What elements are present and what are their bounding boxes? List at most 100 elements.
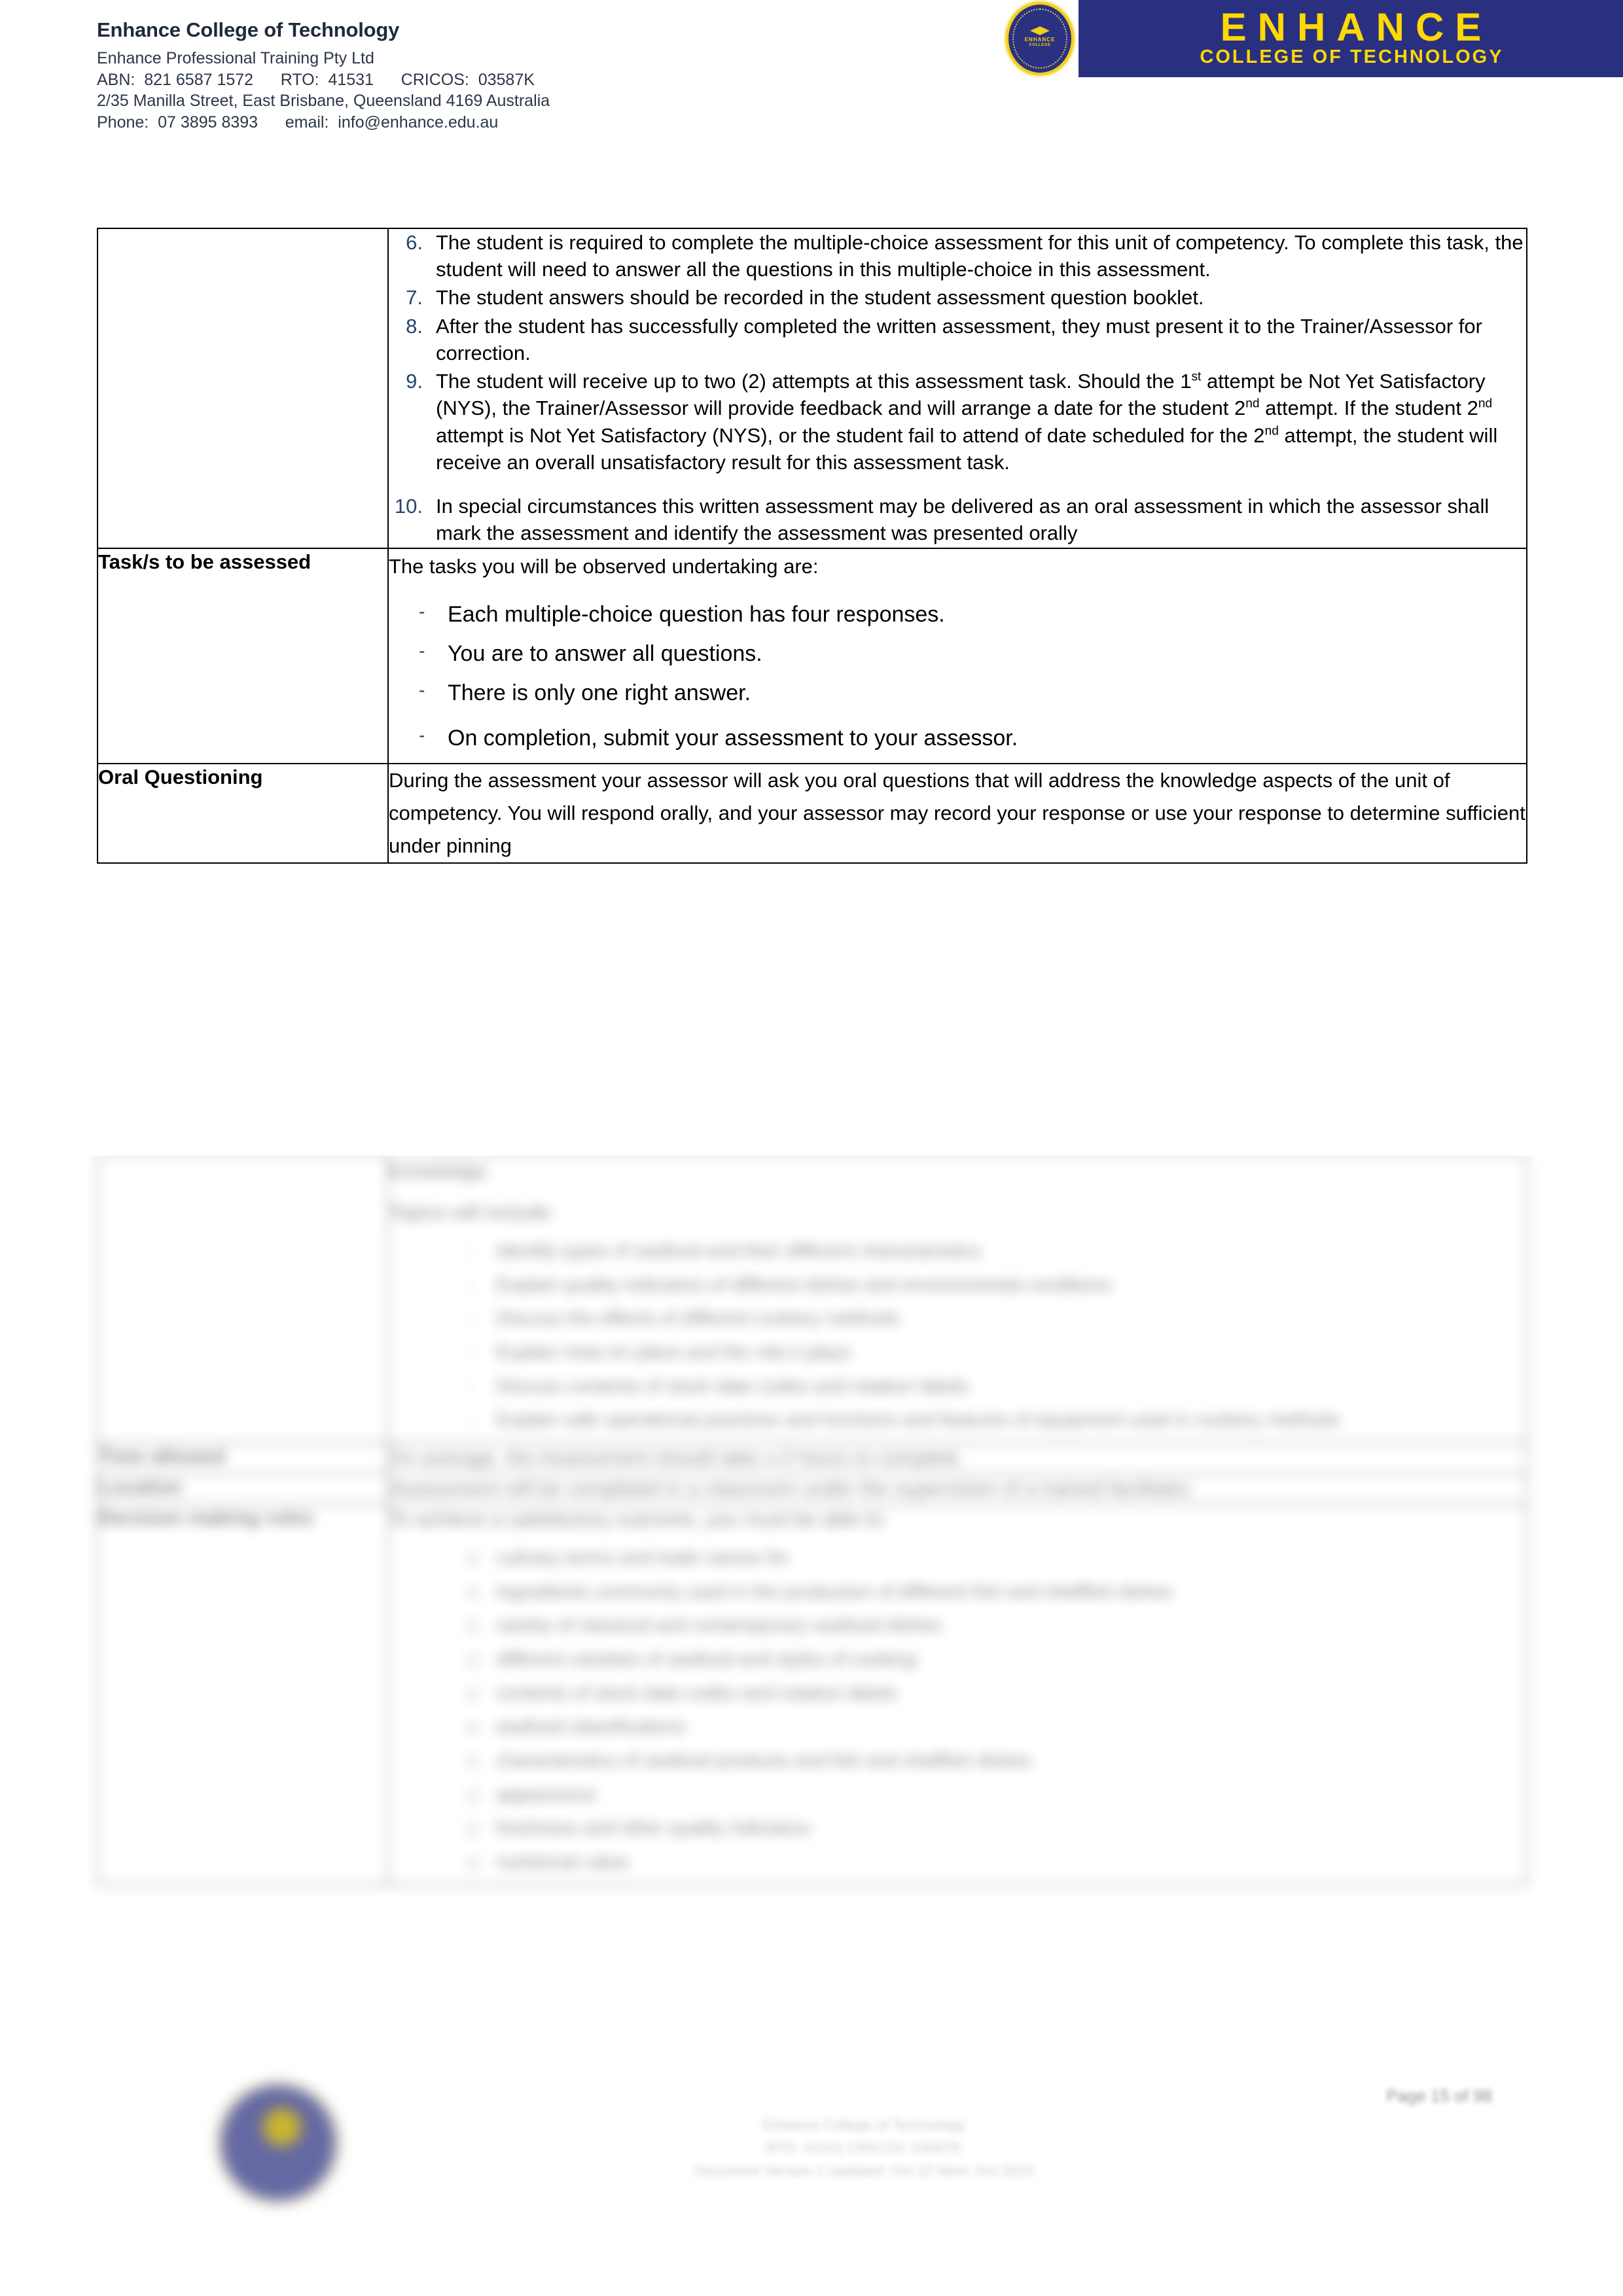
organisation-details: Enhance College of Technology Enhance Pr… (97, 18, 784, 133)
page-number: Page 15 of 98 (1386, 2086, 1492, 2106)
blurred-list-item-text: characteristics of seafood products and … (496, 1750, 1032, 1771)
blurred-row-time-allowed: Time allowed On average, the Assessment … (97, 1442, 1527, 1474)
postal-address: 2/35 Manilla Street, East Brisbane, Quee… (97, 92, 550, 110)
table-row-tasks: Task/s to be assessed The tasks you will… (97, 548, 1527, 764)
blurred-list-item: o ingredients commonly used in the produc… (389, 1580, 1526, 1605)
blurred-list-item-text: Discuss the effects of different cookery… (496, 1308, 900, 1330)
blurred-list-item-text: seafood classifications (496, 1716, 687, 1738)
blurred-list-item-text: Discuss contents of stock date codes and… (496, 1375, 969, 1397)
assessment-details-table: 6. The student is required to complete t… (97, 227, 1527, 864)
blurred-list-item: o variety of classical and contemporary s… (389, 1614, 1526, 1638)
seal-word-top: ENHANCE (1024, 37, 1056, 43)
blurred-row-decision-making-rules: Decision making rules To achieve a satis… (97, 1503, 1527, 1886)
blurred-list-item-text: Identify types of seafood and their diff… (496, 1240, 981, 1262)
row-body-instructions: 6. The student is required to complete t… (387, 227, 1527, 550)
blurred-text-line: Topics will include: (389, 1200, 556, 1224)
blurred-row-label-empty (97, 1156, 389, 1443)
dash-bullet-icon: o (467, 1784, 478, 1805)
dash-bullet-icon: - (419, 680, 425, 701)
list-item-number: 9. (406, 370, 423, 393)
list-item: - There is only one right answer. (389, 679, 1526, 707)
list-item-number: 7. (406, 286, 423, 309)
blurred-row-oral-continued: knowledge. Topics will include: - Identif… (97, 1156, 1527, 1443)
blurred-list-item: o nutritional value (389, 1850, 1526, 1875)
row-label-empty (97, 227, 389, 550)
logo-seal-container: ENHANCE COLLEGE (1001, 0, 1079, 77)
list-item: - You are to answer all questions. (389, 639, 1526, 668)
dash-bullet-icon: - (467, 1274, 474, 1296)
blurred-list-item: o different varieties of seafood and styl… (389, 1648, 1526, 1672)
blurred-list-item-text: Explain mise en place and the role it pl… (496, 1341, 851, 1363)
list-item: - On completion, submit your assessment … (389, 724, 1526, 752)
table-row-instructions: 6. The student is required to complete t… (97, 227, 1527, 550)
dash-bullet-icon: - (467, 1240, 474, 1262)
page-footer: Enhance College of Technology RTO: 41531… (0, 2061, 1623, 2296)
dash-bullet-icon: - (467, 1375, 474, 1397)
blurred-list-item-text: variety of classical and contemporary se… (496, 1615, 942, 1636)
list-item: 6. The student is required to complete t… (389, 229, 1526, 283)
list-item-text: The student will receive up to two (2) a… (436, 370, 1498, 474)
logo-sub-text: COLLEGE OF TECHNOLOGY (1200, 46, 1504, 68)
dash-bullet-icon: o (467, 1750, 478, 1771)
organisation-name: Enhance College of Technology (97, 18, 400, 41)
footer-line-2: RTO: 41531 CRICOS: 03587K (766, 2140, 962, 2157)
dash-bullet-icon: - (467, 1341, 474, 1363)
blurred-list-item: o appearance (389, 1783, 1526, 1808)
list-item-text: On completion, submit your assessment to… (448, 725, 1018, 751)
blurred-list-item: o seafood classifications (389, 1715, 1526, 1740)
blurred-list-item: o contents of stock date codes and rotati… (389, 1682, 1526, 1706)
blurred-row-label: Time allowed (97, 1442, 389, 1474)
blurred-list-item: o freshness and other quality indicators (389, 1816, 1526, 1841)
dash-bullet-icon: o (467, 1852, 478, 1873)
list-item: - Each multiple-choice question has four… (389, 600, 1526, 629)
blurred-row-label: Location (97, 1472, 389, 1505)
blurred-list-item-text: ingredients commonly used in the product… (496, 1581, 1173, 1602)
college-seal-icon: ENHANCE COLLEGE (1006, 2, 1074, 75)
contact-details: Phone: 07 3895 8393 email: info@enhance.… (97, 113, 499, 132)
blurred-assessment-table: knowledge. Topics will include: - Identif… (97, 1156, 1527, 1886)
blurred-list-item: - Discuss the effects of different cooker… (389, 1307, 1526, 1332)
blurred-list-item: - Explain quality indicators of different… (389, 1273, 1526, 1298)
footer-seal-emblem-icon (263, 2108, 301, 2146)
blurred-text-line: To achieve a satisfactory outcome, you m… (389, 1507, 889, 1530)
blurred-list-item: - Explain safe operational practices and … (389, 1408, 1526, 1433)
blurred-list-item-text: culinary terms and trade names for (496, 1547, 790, 1568)
blurred-list-item-text: different varieties of seafood and style… (496, 1648, 917, 1670)
footer-text-block: Enhance College of Technology RTO: 41531… (537, 2113, 1191, 2183)
blurred-list-item-text: contents of stock date codes and rotatio… (496, 1682, 897, 1704)
logo-main-text: ENHANCE (1220, 5, 1493, 50)
footer-line-3: Document Version 1 Updated: Oct 22 Next:… (694, 2163, 1033, 2180)
blurred-list-item: - Discuss contents of stock date codes an… (389, 1375, 1526, 1400)
blurred-list-item: o characteristics of seafood products and… (389, 1749, 1526, 1774)
list-item-text: The student is required to complete the … (436, 231, 1524, 281)
blurred-list-item-text: nutritional value (496, 1852, 630, 1873)
blurred-row-label: Decision making rules (97, 1503, 389, 1886)
blurred-row-body-oral: knowledge. Topics will include: - Identif… (387, 1156, 1527, 1443)
enhance-college-logo: ENHANCE COLLEGE ENHANCE COLLEGE OF TECHN… (1001, 0, 1623, 77)
graduation-cap-icon (1030, 26, 1050, 35)
blurred-text-line: knowledge. (389, 1159, 491, 1182)
list-item: 9. The student will receive up to two (2… (389, 368, 1526, 476)
list-item: 7. The student answers should be recorde… (389, 284, 1526, 311)
blurred-row-location: Location Assessment will be completed in… (97, 1472, 1527, 1505)
list-item-text: Each multiple-choice question has four r… (448, 601, 945, 627)
tasks-intro: The tasks you will be observed undertaki… (389, 555, 819, 578)
list-item-text: In special circumstances this written as… (436, 494, 1489, 545)
oral-questioning-paragraph: During the assessment your assessor will… (389, 768, 1525, 858)
dash-bullet-icon: - (419, 601, 425, 622)
list-item-text: There is only one right answer. (448, 680, 751, 706)
logo-wordmark: ENHANCE COLLEGE OF TECHNOLOGY (1079, 0, 1623, 77)
dash-bullet-icon: - (419, 724, 425, 745)
blurred-row-body: On average, the Assessment should take x… (387, 1442, 1527, 1474)
registration-identifiers: ABN: 821 6587 1572 RTO: 41531 CRICOS: 03… (97, 70, 535, 89)
blurred-row-body: Assessment will be completed in a classr… (387, 1472, 1527, 1505)
list-item: 8. After the student has successfully co… (389, 313, 1526, 366)
dash-bullet-icon: - (467, 1308, 474, 1330)
dash-bullet-icon: o (467, 1648, 478, 1670)
list-item-number: 6. (406, 231, 423, 254)
list-item-number: 10. (394, 494, 423, 518)
dash-bullet-icon: o (467, 1547, 478, 1568)
row-body-tasks: The tasks you will be observed undertaki… (387, 548, 1527, 764)
blurred-list-item: o culinary terms and trade names for (389, 1546, 1526, 1571)
blurred-row-body: To achieve a satisfactory outcome, you m… (387, 1503, 1527, 1886)
